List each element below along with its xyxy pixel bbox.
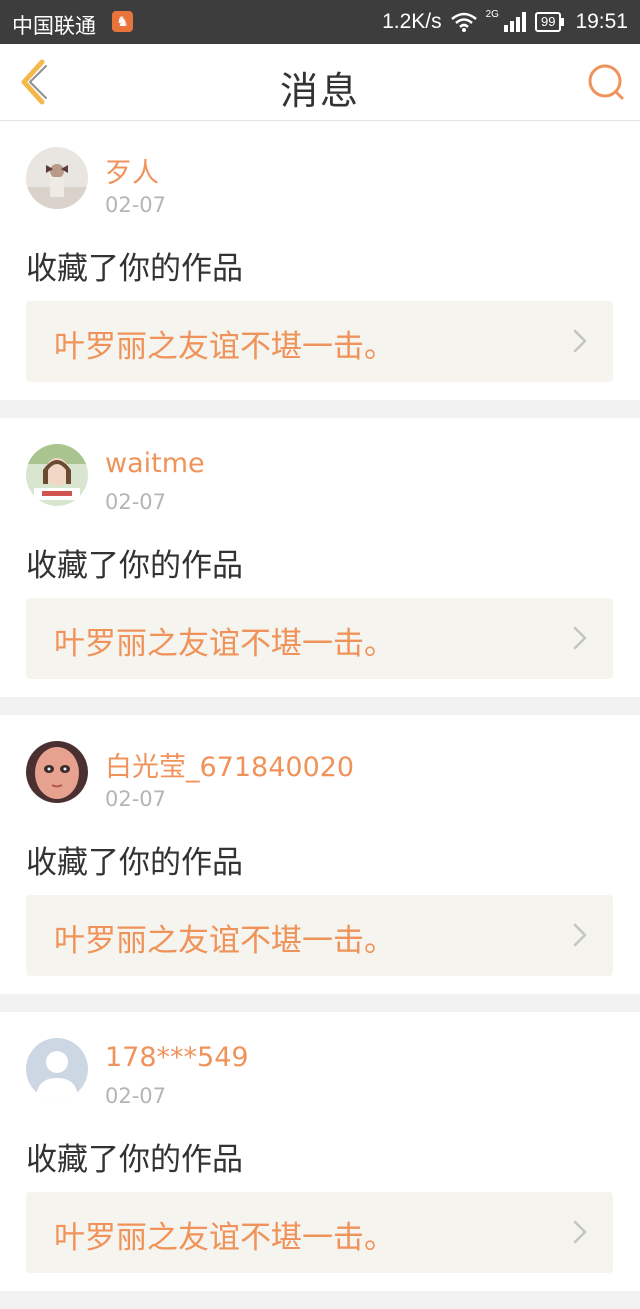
avatar[interactable] — [26, 1038, 88, 1100]
message-card: 178***549 02-07 收藏了你的作品 叶罗丽之友谊不堪一击。 — [0, 1012, 640, 1291]
work-link[interactable]: 叶罗丽之友谊不堪一击。 — [26, 895, 613, 976]
message-card: 白光莹_671840020 02-07 收藏了你的作品 叶罗丽之友谊不堪一击。 — [0, 715, 640, 994]
work-title: 叶罗丽之友谊不堪一击。 — [54, 626, 395, 662]
username[interactable]: 歹人 — [105, 151, 159, 190]
wifi-icon — [450, 12, 477, 32]
action-text: 收藏了你的作品 — [26, 251, 243, 287]
action-text: 收藏了你的作品 — [26, 548, 243, 584]
default-avatar-icon — [26, 1038, 88, 1100]
message-card: waitme 02-07 收藏了你的作品 叶罗丽之友谊不堪一击。 — [0, 418, 640, 697]
network-type: 2G — [485, 8, 499, 20]
username[interactable]: waitme — [105, 448, 205, 479]
chevron-right-icon — [573, 329, 587, 353]
avatar-image — [26, 147, 88, 209]
message-date: 02-07 — [105, 787, 167, 811]
avatar[interactable] — [26, 444, 88, 506]
clock: 19:51 — [575, 10, 628, 33]
action-text: 收藏了你的作品 — [26, 1142, 243, 1178]
notification-app-icon: ♞ — [112, 11, 133, 32]
work-link[interactable]: 叶罗丽之友谊不堪一击。 — [26, 301, 613, 382]
carrier-label: 中国联通 — [12, 15, 96, 38]
action-text: 收藏了你的作品 — [26, 845, 243, 881]
battery-indicator: 99 — [534, 12, 565, 32]
username[interactable]: 178***549 — [105, 1042, 249, 1073]
avatar[interactable] — [26, 147, 88, 209]
status-indicators: 1.2K/s 2G 99 19:51 — [382, 8, 628, 34]
signal-icon — [503, 12, 526, 32]
work-link[interactable]: 叶罗丽之友谊不堪一击。 — [26, 598, 613, 679]
page-title: 消息 — [279, 69, 360, 113]
message-date: 02-07 — [105, 1084, 167, 1108]
search-icon — [588, 64, 624, 100]
nav-bar: 消息 — [0, 44, 640, 121]
chevron-right-icon — [573, 1220, 587, 1244]
avatar[interactable] — [26, 741, 88, 803]
message-card: 歹人 02-07 收藏了你的作品 叶罗丽之友谊不堪一击。 — [0, 121, 640, 400]
message-list: 歹人 02-07 收藏了你的作品 叶罗丽之友谊不堪一击。 waitme 02-0… — [0, 121, 640, 1309]
chevron-right-icon — [573, 923, 587, 947]
message-date: 02-07 — [105, 490, 167, 514]
work-link[interactable]: 叶罗丽之友谊不堪一击。 — [26, 1192, 613, 1273]
status-bar: 中国联通 ♞ 1.2K/s 2G 99 19:51 — [0, 0, 640, 44]
avatar-image — [26, 741, 88, 803]
network-speed: 1.2K/s — [382, 10, 442, 33]
search-button[interactable] — [586, 62, 626, 102]
work-title: 叶罗丽之友谊不堪一击。 — [54, 329, 395, 365]
work-title: 叶罗丽之友谊不堪一击。 — [54, 1220, 395, 1256]
message-date: 02-07 — [105, 193, 167, 217]
username[interactable]: 白光莹_671840020 — [105, 745, 354, 784]
chevron-right-icon — [573, 626, 587, 650]
avatar-image — [26, 444, 88, 506]
work-title: 叶罗丽之友谊不堪一击。 — [54, 923, 395, 959]
